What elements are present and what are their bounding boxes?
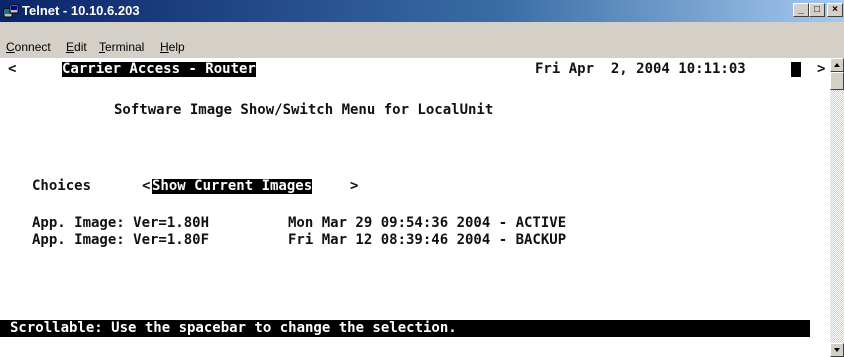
image-2-info: Fri Mar 12 08:39:46 2004 - BACKUP	[288, 232, 567, 248]
status-bar: Scrollable: Use the spacebar to change t…	[0, 320, 810, 337]
image-2-version: App. Image: Ver=1.80F	[32, 232, 210, 248]
datetime-display: Fri Apr 2, 2004 10:11:03	[535, 61, 746, 77]
menu-edit[interactable]: Edit	[66, 40, 87, 54]
choices-label: Choices	[32, 178, 92, 194]
menu-title: Software Image Show/Switch Menu for Loca…	[114, 102, 494, 118]
menu-help-label: elp	[168, 40, 185, 54]
scroll-thumb[interactable]	[830, 72, 844, 90]
status-bar-text: Scrollable: Use the spacebar to change t…	[10, 320, 457, 336]
selected-choice[interactable]: Show Current Images	[152, 179, 313, 194]
menu-edit-accel: E	[66, 40, 75, 54]
image-1-info: Mon Mar 29 09:54:36 2004 - ACTIVE	[288, 215, 567, 231]
vertical-scrollbar[interactable]	[830, 58, 844, 357]
menu-connect[interactable]: Connect	[6, 40, 51, 54]
text-cursor	[791, 62, 801, 77]
window-title: Telnet - 10.10.6.203	[22, 3, 140, 18]
telnet-window: Telnet - 10.10.6.203 _ □ × Connect Edit …	[0, 0, 844, 357]
menu-connect-accel: C	[6, 40, 15, 54]
telnet-app-icon	[3, 4, 19, 18]
image-1-version: App. Image: Ver=1.80H	[32, 215, 210, 231]
choice-close-bracket: >	[350, 178, 359, 194]
title-bar[interactable]: Telnet - 10.10.6.203 _ □ ×	[0, 0, 844, 22]
menu-terminal[interactable]: Terminal	[99, 40, 144, 54]
menu-help-accel: H	[160, 40, 169, 54]
scroll-down-button[interactable]	[830, 343, 844, 357]
scroll-up-arrow-icon	[834, 63, 840, 67]
menu-help[interactable]: Help	[160, 40, 185, 54]
scroll-left-indicator: <	[8, 61, 17, 77]
menu-terminal-label: erminal	[105, 40, 145, 54]
close-button[interactable]: ×	[827, 3, 843, 17]
scroll-up-button[interactable]	[830, 58, 844, 72]
menu-edit-label: dit	[74, 40, 87, 54]
router-header-title: Carrier Access - Router	[62, 61, 256, 77]
terminal-screen[interactable]: < Carrier Access - Router Fri Apr 2, 200…	[0, 58, 830, 357]
choice-open-bracket: <	[142, 178, 151, 194]
scroll-down-arrow-icon	[834, 348, 840, 352]
maximize-button[interactable]: □	[809, 3, 825, 17]
scroll-right-indicator: >	[817, 61, 826, 77]
minimize-button[interactable]: _	[793, 3, 809, 17]
menu-connect-label: onnect	[14, 40, 51, 54]
